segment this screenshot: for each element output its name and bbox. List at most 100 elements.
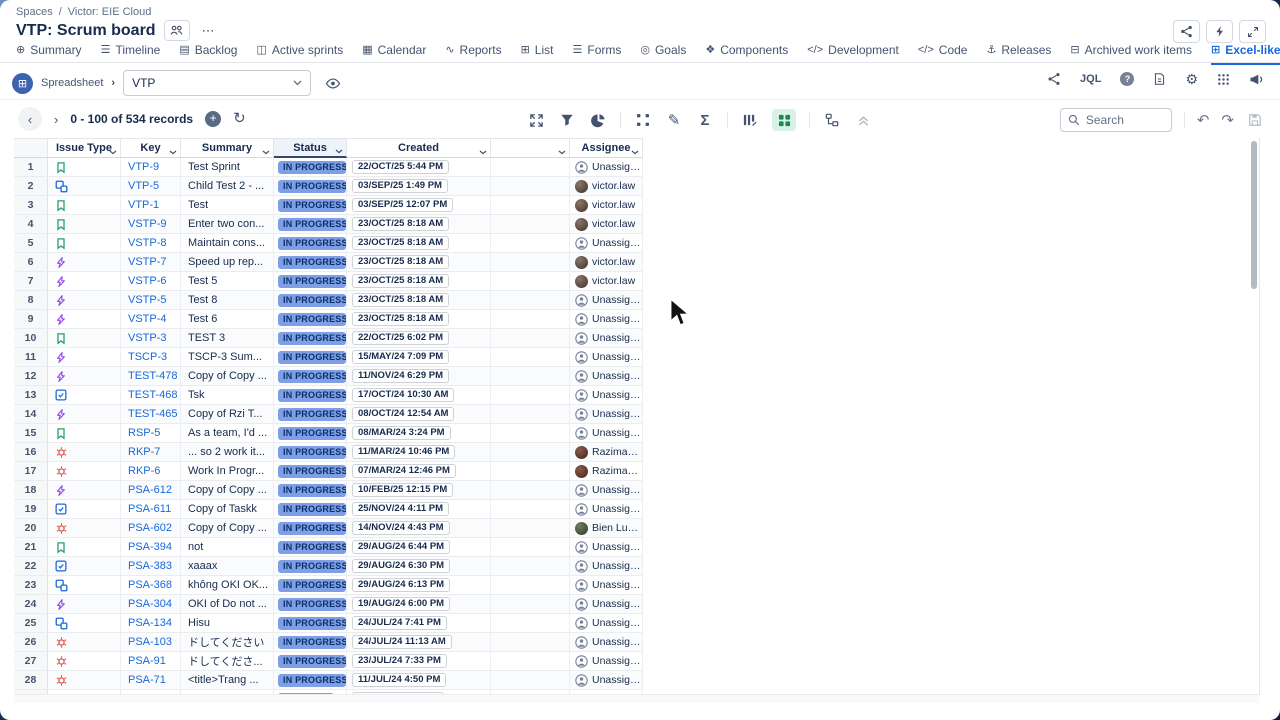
issue-type-cell[interactable] — [48, 386, 121, 404]
extra-cell[interactable] — [491, 519, 570, 537]
table-row[interactable]: 23PSA-368không OKI OK...IN PROGRESS29/AU… — [14, 576, 643, 595]
tab-list[interactable]: ⊞List — [521, 43, 554, 63]
extra-cell[interactable] — [491, 177, 570, 195]
issue-type-cell[interactable] — [48, 310, 121, 328]
assignee-cell[interactable]: Unassign... — [570, 557, 643, 575]
fit-view-button[interactable] — [527, 111, 545, 129]
created-cell[interactable]: 03/SEP/25 1:49 PM — [347, 177, 491, 195]
created-cell[interactable]: 03/SEP/25 12:07 PM — [347, 196, 491, 214]
issue-key-link[interactable]: VSTP-8 — [121, 234, 181, 252]
assignee-cell[interactable]: Unassign... — [570, 652, 643, 670]
created-cell[interactable]: 08/OCT/24 12:54 AM — [347, 405, 491, 423]
horizontal-scrollbar[interactable] — [14, 694, 1260, 703]
row-number[interactable]: 14 — [14, 405, 48, 423]
row-number[interactable]: 3 — [14, 196, 48, 214]
created-cell[interactable]: 14/NOV/24 4:43 PM — [347, 519, 491, 537]
summary-cell[interactable]: Tsk — [181, 386, 274, 404]
extra-cell[interactable] — [491, 386, 570, 404]
share-button[interactable] — [1173, 20, 1200, 43]
status-cell[interactable]: IN PROGRESS — [274, 291, 347, 309]
summary-cell[interactable]: Test 6 — [181, 310, 274, 328]
apps-grid-icon[interactable] — [1217, 73, 1230, 86]
tab-active-sprints[interactable]: ◫Active sprints — [256, 43, 343, 63]
chevron-down-icon[interactable] — [479, 150, 487, 155]
summary-cell[interactable]: Maintain cons... — [181, 234, 274, 252]
issue-type-cell[interactable] — [48, 538, 121, 556]
extra-cell[interactable] — [491, 652, 570, 670]
status-cell[interactable]: IN PROGRESS — [274, 367, 347, 385]
extra-cell[interactable] — [491, 310, 570, 328]
row-number[interactable]: 25 — [14, 614, 48, 632]
extra-cell[interactable] — [491, 158, 570, 176]
table-row[interactable]: 3VTP-1TestIN PROGRESS03/SEP/25 12:07 PMv… — [14, 196, 643, 215]
issue-key-link[interactable]: PSA-71 — [121, 671, 181, 689]
issue-key-link[interactable]: PSA-91 — [121, 652, 181, 670]
issue-key-link[interactable]: RKP-6 — [121, 462, 181, 480]
issue-key-link[interactable]: PSA-611 — [121, 500, 181, 518]
table-row[interactable]: 13TEST-468TskIN PROGRESS17/OCT/24 10:30 … — [14, 386, 643, 405]
tab-goals[interactable]: ◎Goals — [640, 43, 686, 63]
chevron-down-icon[interactable] — [335, 149, 343, 154]
status-cell[interactable]: IN PROGRESS — [274, 652, 347, 670]
filter-button[interactable] — [558, 111, 576, 129]
row-number[interactable]: 10 — [14, 329, 48, 347]
issue-key-link[interactable]: VSTP-6 — [121, 272, 181, 290]
created-cell[interactable]: 23/JUL/24 7:33 PM — [347, 652, 491, 670]
issue-type-cell[interactable] — [48, 595, 121, 613]
extra-cell[interactable] — [491, 462, 570, 480]
grid-view-button[interactable] — [772, 109, 796, 131]
share-view-button[interactable] — [1047, 72, 1061, 86]
assignee-cell[interactable]: Unassign... — [570, 424, 643, 442]
status-cell[interactable]: IN PROGRESS — [274, 614, 347, 632]
table-row[interactable]: 27PSA-91ドしてくださ...IN PROGRESS23/JUL/24 7:… — [14, 652, 643, 671]
issue-type-cell[interactable] — [48, 652, 121, 670]
assignee-cell[interactable]: Unassign... — [570, 348, 643, 366]
table-row[interactable]: 15RSP-5As a team, I'd ...IN PROGRESS08/M… — [14, 424, 643, 443]
created-cell[interactable]: 23/OCT/25 8:18 AM — [347, 272, 491, 290]
issue-key-link[interactable]: PSA-304 — [121, 595, 181, 613]
redo-button[interactable]: ↷ — [1221, 111, 1234, 129]
status-cell[interactable]: IN PROGRESS — [274, 234, 347, 252]
table-row[interactable]: 11TSCP-3TSCP-3 Sum...IN PROGRESS15/MAY/2… — [14, 348, 643, 367]
created-cell[interactable]: 23/OCT/25 8:18 AM — [347, 291, 491, 309]
table-row[interactable]: 12TEST-478Copy of Copy ...IN PROGRESS11/… — [14, 367, 643, 386]
add-record-button[interactable]: + — [205, 111, 221, 127]
undo-button[interactable]: ↶ — [1197, 111, 1210, 129]
chevron-down-icon[interactable] — [631, 150, 639, 155]
extra-cell[interactable] — [491, 329, 570, 347]
summary-cell[interactable]: Child Test 2 - ... — [181, 177, 274, 195]
fullscreen-button[interactable] — [1239, 20, 1266, 43]
issue-key-link[interactable]: VSTP-7 — [121, 253, 181, 271]
created-cell[interactable]: 22/OCT/25 5:44 PM — [347, 158, 491, 176]
settings-gear-icon[interactable]: ⚙ — [1185, 72, 1198, 86]
column-header-key[interactable]: Key — [121, 139, 181, 158]
extra-cell[interactable] — [491, 424, 570, 442]
assignee-cell[interactable]: victor.law — [570, 196, 643, 214]
chevron-down-icon[interactable] — [262, 150, 270, 155]
assignee-cell[interactable]: Unassign... — [570, 291, 643, 309]
extra-cell[interactable] — [491, 348, 570, 366]
issue-type-cell[interactable] — [48, 671, 121, 689]
issue-type-cell[interactable] — [48, 215, 121, 233]
issue-type-cell[interactable] — [48, 234, 121, 252]
issue-key-link[interactable]: PSA-612 — [121, 481, 181, 499]
status-cell[interactable]: IN PROGRESS — [274, 462, 347, 480]
chevron-down-icon[interactable] — [109, 150, 117, 155]
vertical-scrollbar[interactable] — [1251, 141, 1257, 289]
tab-reports[interactable]: ∿Reports — [445, 43, 501, 63]
table-row[interactable]: 2VTP-5Child Test 2 - ...IN PROGRESS03/SE… — [14, 177, 643, 196]
issue-type-cell[interactable] — [48, 576, 121, 594]
row-number[interactable]: 26 — [14, 633, 48, 651]
table-row[interactable]: 10VSTP-3TEST 3IN PROGRESS22/OCT/25 6:02 … — [14, 329, 643, 348]
column-header-status[interactable]: Status — [274, 139, 347, 158]
jql-button[interactable]: JQL — [1080, 73, 1101, 85]
created-cell[interactable]: 19/AUG/24 6:00 PM — [347, 595, 491, 613]
row-number[interactable]: 8 — [14, 291, 48, 309]
table-row[interactable]: 14TEST-465Copy of Rzi T...IN PROGRESS08/… — [14, 405, 643, 424]
created-cell[interactable]: 24/JUL/24 11:13 AM — [347, 633, 491, 651]
row-number[interactable]: 9 — [14, 310, 48, 328]
breadcrumb-project[interactable]: Victor: EIE Cloud — [68, 6, 152, 18]
more-actions-button[interactable]: ⋯ — [198, 23, 220, 39]
summary-cell[interactable]: Copy of Copy ... — [181, 481, 274, 499]
issue-key-link[interactable]: VSTP-3 — [121, 329, 181, 347]
